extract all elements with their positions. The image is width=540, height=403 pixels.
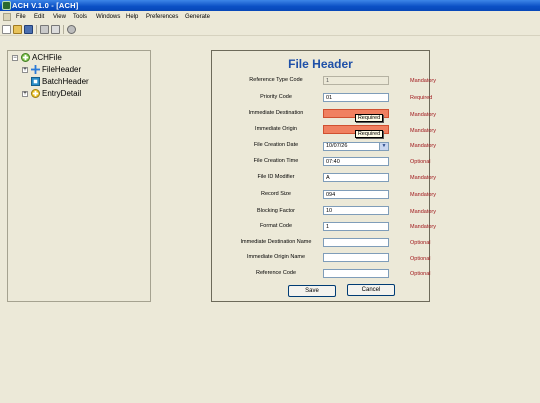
field-status: Optional — [410, 159, 431, 165]
field-label: File Creation Date — [253, 142, 299, 148]
field-status: Optional — [410, 256, 431, 262]
toolbar-separator — [36, 25, 37, 34]
menu-file[interactable]: File — [16, 14, 26, 20]
expand-toggle-icon[interactable]: + — [22, 91, 28, 97]
field-status: Mandatory — [410, 78, 436, 84]
field-label: Format Code — [259, 223, 293, 229]
field-status: Mandatory — [410, 128, 436, 134]
cancel-button[interactable]: Cancel — [347, 284, 395, 296]
toolbar — [0, 23, 540, 36]
page-title: File Header — [288, 57, 353, 71]
menu-generate[interactable]: Generate — [185, 14, 210, 20]
field-status: Mandatory — [410, 175, 436, 181]
collapse-toggle-icon[interactable]: − — [12, 55, 18, 61]
reference-type-code-field[interactable] — [323, 76, 389, 85]
immediate-origin-name-field[interactable] — [323, 253, 389, 262]
field-label: File Creation Time — [253, 158, 299, 164]
field-status: Mandatory — [410, 224, 436, 230]
open-folder-icon[interactable] — [13, 25, 22, 34]
validation-tooltip: Required — [355, 114, 383, 122]
field-label: Reference Type Code — [249, 77, 303, 83]
menu-windows[interactable]: Windows — [96, 14, 120, 20]
field-label: Blocking Factor — [257, 208, 295, 214]
save-button[interactable]: Save — [288, 285, 336, 297]
window-title: ACH V.1.0 - [ACH] — [12, 1, 79, 10]
tree-node-label: ACHFile — [32, 53, 62, 62]
field-status: Optional — [410, 240, 431, 246]
print-preview-icon[interactable] — [51, 25, 60, 34]
field-label: Record Size — [261, 191, 291, 197]
menu-help[interactable]: Help — [126, 14, 138, 20]
plus-circle-icon — [21, 53, 30, 62]
field-status: Mandatory — [410, 192, 436, 198]
validation-tooltip: Required — [355, 130, 383, 138]
field-label: Priority Code — [260, 94, 292, 100]
immediate-destination-name-field[interactable] — [323, 238, 389, 247]
priority-code-field[interactable] — [323, 93, 389, 102]
menu-view[interactable]: View — [53, 14, 66, 20]
field-status: Required — [410, 95, 433, 101]
file-id-modifier-field[interactable] — [323, 173, 389, 182]
menu-preferences[interactable]: Preferences — [146, 14, 178, 20]
field-label: Reference Code — [255, 270, 297, 276]
system-menu-icon[interactable] — [3, 13, 11, 21]
batch-icon — [31, 77, 40, 86]
file-creation-date-picker[interactable]: 10/07/26 ▼ — [323, 142, 389, 151]
toolbar-separator — [63, 25, 64, 34]
cross-icon — [31, 65, 40, 74]
field-status: Mandatory — [410, 143, 436, 149]
tree-node-label: EntryDetail — [42, 89, 82, 98]
print-icon[interactable] — [40, 25, 49, 34]
app-icon — [2, 1, 11, 10]
field-status: Optional — [410, 271, 431, 277]
tree-node-label: BatchHeader — [42, 77, 89, 86]
blocking-factor-field[interactable] — [323, 206, 389, 215]
menu-edit[interactable]: Edit — [34, 14, 44, 20]
expand-toggle-icon[interactable]: + — [22, 67, 28, 73]
format-code-field[interactable] — [323, 222, 389, 231]
field-label: Immediate Destination Name — [240, 239, 312, 245]
settings-icon[interactable] — [67, 25, 76, 34]
field-label: Immediate Origin Name — [246, 254, 306, 260]
record-size-field[interactable] — [323, 190, 389, 199]
save-icon[interactable] — [24, 25, 33, 34]
tree-node-label: FileHeader — [42, 65, 82, 74]
field-status: Mandatory — [410, 209, 436, 215]
field-status: Mandatory — [410, 112, 436, 118]
date-value: 10/07/26 — [326, 143, 348, 149]
field-label: Immediate Destination — [248, 110, 304, 116]
menu-bar: File Edit View Tools Windows Help Prefer… — [0, 11, 540, 23]
chevron-down-icon[interactable]: ▼ — [379, 143, 388, 150]
field-label: Immediate Origin — [255, 126, 297, 132]
file-creation-time-field[interactable] — [323, 157, 389, 166]
menu-tools[interactable]: Tools — [73, 14, 87, 20]
reference-code-field[interactable] — [323, 269, 389, 278]
new-file-icon[interactable] — [2, 25, 11, 34]
title-bar: ACH V.1.0 - [ACH] — [0, 0, 540, 11]
plus-circle-icon — [31, 89, 40, 98]
field-label: File ID Modifier — [257, 174, 295, 180]
tree-panel — [7, 50, 151, 302]
